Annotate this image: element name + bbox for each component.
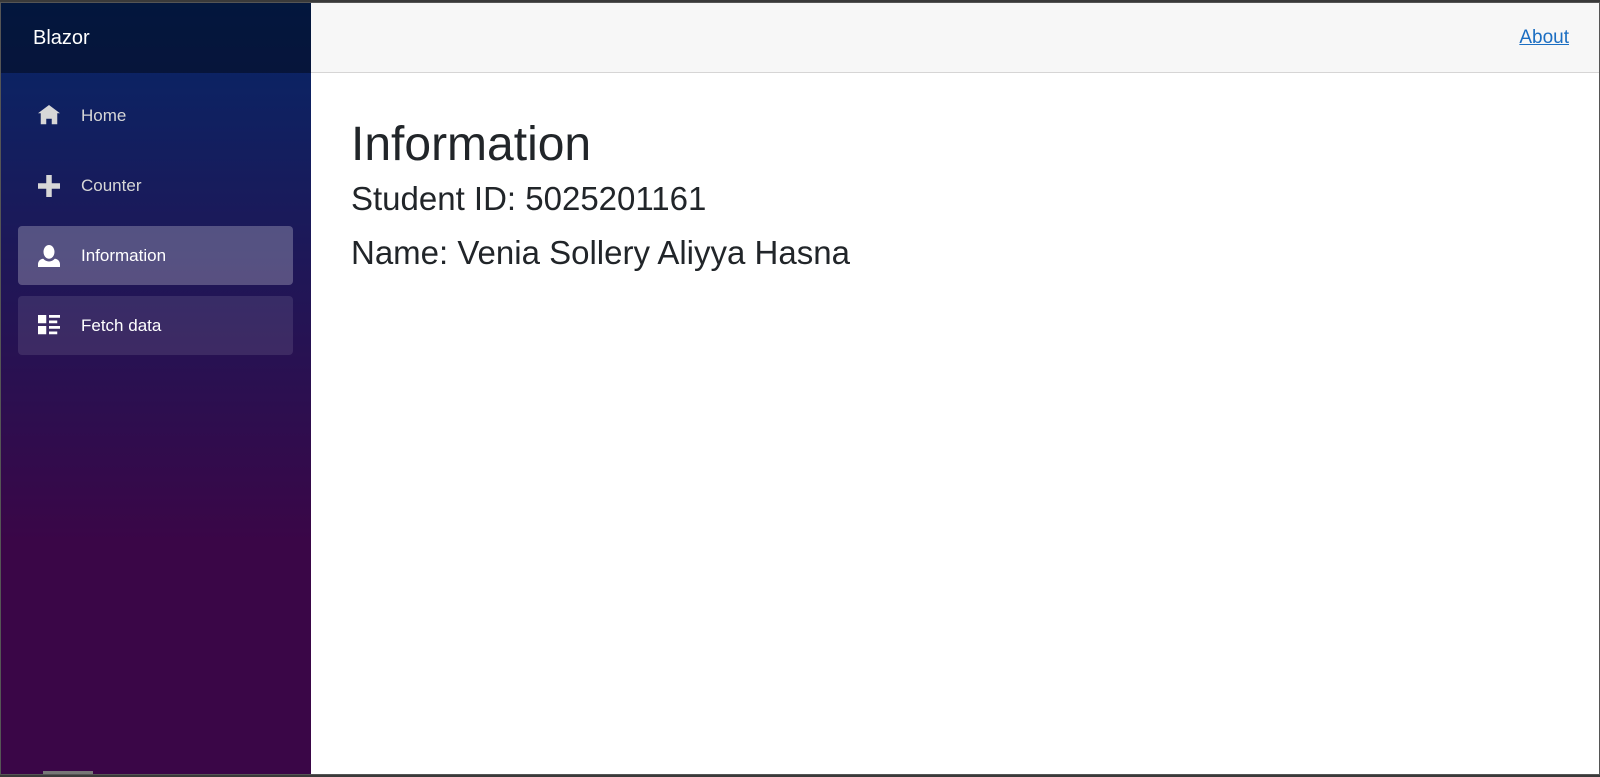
- sidebar-item-fetch-data[interactable]: Fetch data: [18, 296, 293, 355]
- page-content: Information Student ID: 5025201161 Name:…: [311, 73, 1599, 288]
- sidebar-item-label: Information: [81, 245, 167, 265]
- sidebar-item-label: Home: [81, 105, 127, 125]
- sidebar-item-counter[interactable]: Counter: [18, 156, 293, 215]
- sidebar: Blazor Home Counter Information Fetch da…: [1, 3, 311, 774]
- list-rich-icon: [37, 314, 61, 338]
- top-row: About: [311, 3, 1599, 73]
- about-link[interactable]: About: [1519, 27, 1569, 49]
- home-icon: [37, 104, 61, 128]
- nav-menu: Home Counter Information Fetch data: [1, 73, 311, 355]
- plus-icon: [37, 174, 61, 198]
- main-area: About Information Student ID: 5025201161…: [311, 3, 1599, 774]
- sidebar-item-information[interactable]: Information: [18, 226, 293, 285]
- student-name-text: Name: Venia Sollery Aliyya Hasna: [351, 234, 850, 272]
- scrollbar-thumb[interactable]: [43, 771, 93, 774]
- sidebar-item-label: Counter: [81, 175, 142, 195]
- browser-viewport: Blazor Home Counter Information Fetch da…: [0, 2, 1600, 775]
- student-id-text: Student ID: 5025201161: [351, 179, 707, 217]
- sidebar-item-home[interactable]: Home: [18, 86, 293, 145]
- brand-link[interactable]: Blazor: [33, 27, 90, 50]
- page-title: Information: [351, 118, 592, 171]
- person-icon: [37, 244, 61, 268]
- brand-bar: Blazor: [1, 3, 311, 73]
- sidebar-item-label: Fetch data: [81, 315, 162, 335]
